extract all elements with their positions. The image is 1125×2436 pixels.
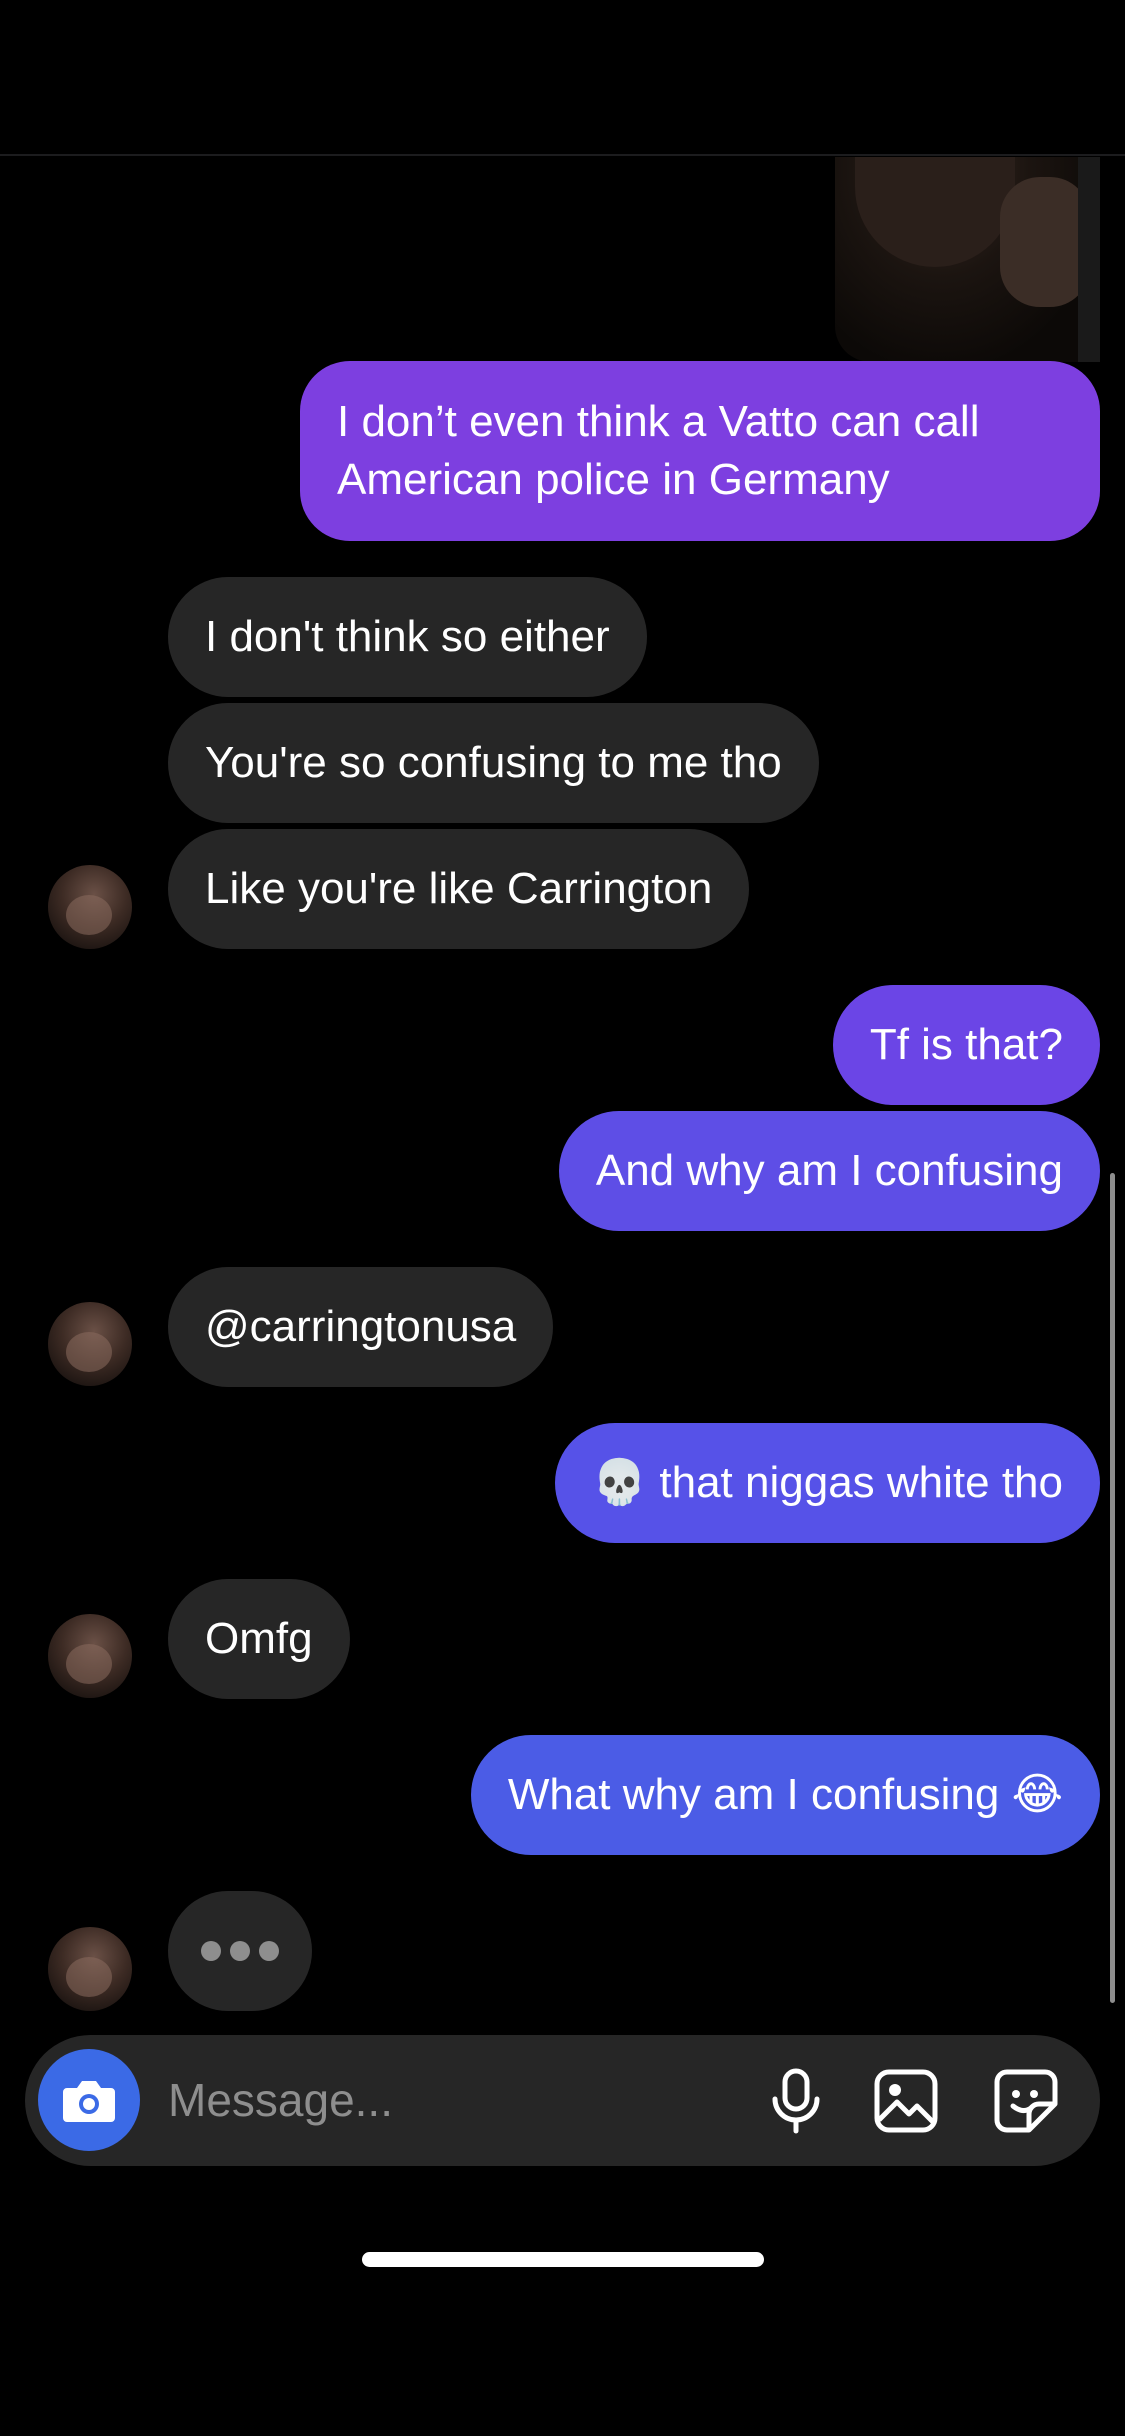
header-bar bbox=[0, 0, 1125, 156]
message-text: @carringtonusa bbox=[205, 1302, 517, 1351]
avatar[interactable] bbox=[48, 865, 132, 949]
message-thread[interactable]: I don’t even think a Vatto can call Amer… bbox=[0, 157, 1125, 2027]
message-text: I don’t even think a Vatto can call Amer… bbox=[337, 397, 980, 504]
message-text: I don't think so either bbox=[205, 612, 610, 661]
message-text: 💀 that niggas white tho bbox=[592, 1458, 1063, 1507]
message-text: Like you're like Carrington bbox=[205, 864, 713, 913]
message-composer bbox=[25, 2035, 1100, 2166]
typing-dot bbox=[201, 1941, 221, 1961]
typing-dot bbox=[259, 1941, 279, 1961]
photo-content-shape bbox=[1000, 177, 1090, 307]
message-bubble-outgoing[interactable]: 💀 that niggas white tho bbox=[555, 1423, 1100, 1543]
message-bubble-outgoing[interactable]: Tf is that? bbox=[832, 985, 1100, 1105]
camera-button[interactable] bbox=[38, 2049, 140, 2151]
message-text: And why am I confusing bbox=[595, 1146, 1063, 1195]
microphone-button[interactable] bbox=[760, 2065, 832, 2137]
photo-content-shape bbox=[855, 157, 1015, 267]
message-text: You're so confusing to me tho bbox=[205, 738, 782, 787]
avatar[interactable] bbox=[48, 1927, 132, 2011]
typing-dot bbox=[230, 1941, 250, 1961]
typing-indicator bbox=[168, 1891, 312, 2011]
message-bubble-outgoing[interactable]: I don’t even think a Vatto can call Amer… bbox=[300, 361, 1100, 541]
message-bubble-outgoing[interactable]: And why am I confusing bbox=[558, 1111, 1100, 1231]
home-indicator[interactable] bbox=[362, 2252, 764, 2267]
message-bubble-incoming[interactable]: You're so confusing to me tho bbox=[168, 703, 819, 823]
sticker-icon bbox=[994, 2069, 1058, 2133]
message-text: Omfg bbox=[205, 1614, 313, 1663]
microphone-icon bbox=[772, 2068, 820, 2134]
gallery-button[interactable] bbox=[870, 2065, 942, 2137]
camera-icon bbox=[63, 2081, 115, 2122]
message-bubble-incoming[interactable]: Omfg bbox=[168, 1579, 350, 1699]
gallery-icon bbox=[874, 2069, 938, 2133]
message-text: Tf is that? bbox=[869, 1020, 1063, 1069]
message-input[interactable] bbox=[168, 2065, 718, 2135]
message-text: What why am I confusing 😂 bbox=[507, 1770, 1063, 1819]
avatar[interactable] bbox=[48, 1614, 132, 1698]
message-bubble-incoming[interactable]: Like you're like Carrington bbox=[168, 829, 750, 949]
photo-content-shape bbox=[1078, 157, 1100, 362]
message-bubble-outgoing[interactable]: What why am I confusing 😂 bbox=[470, 1735, 1100, 1855]
photo-message[interactable] bbox=[835, 157, 1100, 362]
sticker-button[interactable] bbox=[990, 2065, 1062, 2137]
scrollbar[interactable] bbox=[1110, 1173, 1115, 2003]
avatar[interactable] bbox=[48, 1302, 132, 1386]
message-bubble-incoming[interactable]: I don't think so either bbox=[168, 577, 647, 697]
message-bubble-incoming[interactable]: @carringtonusa bbox=[168, 1267, 554, 1387]
